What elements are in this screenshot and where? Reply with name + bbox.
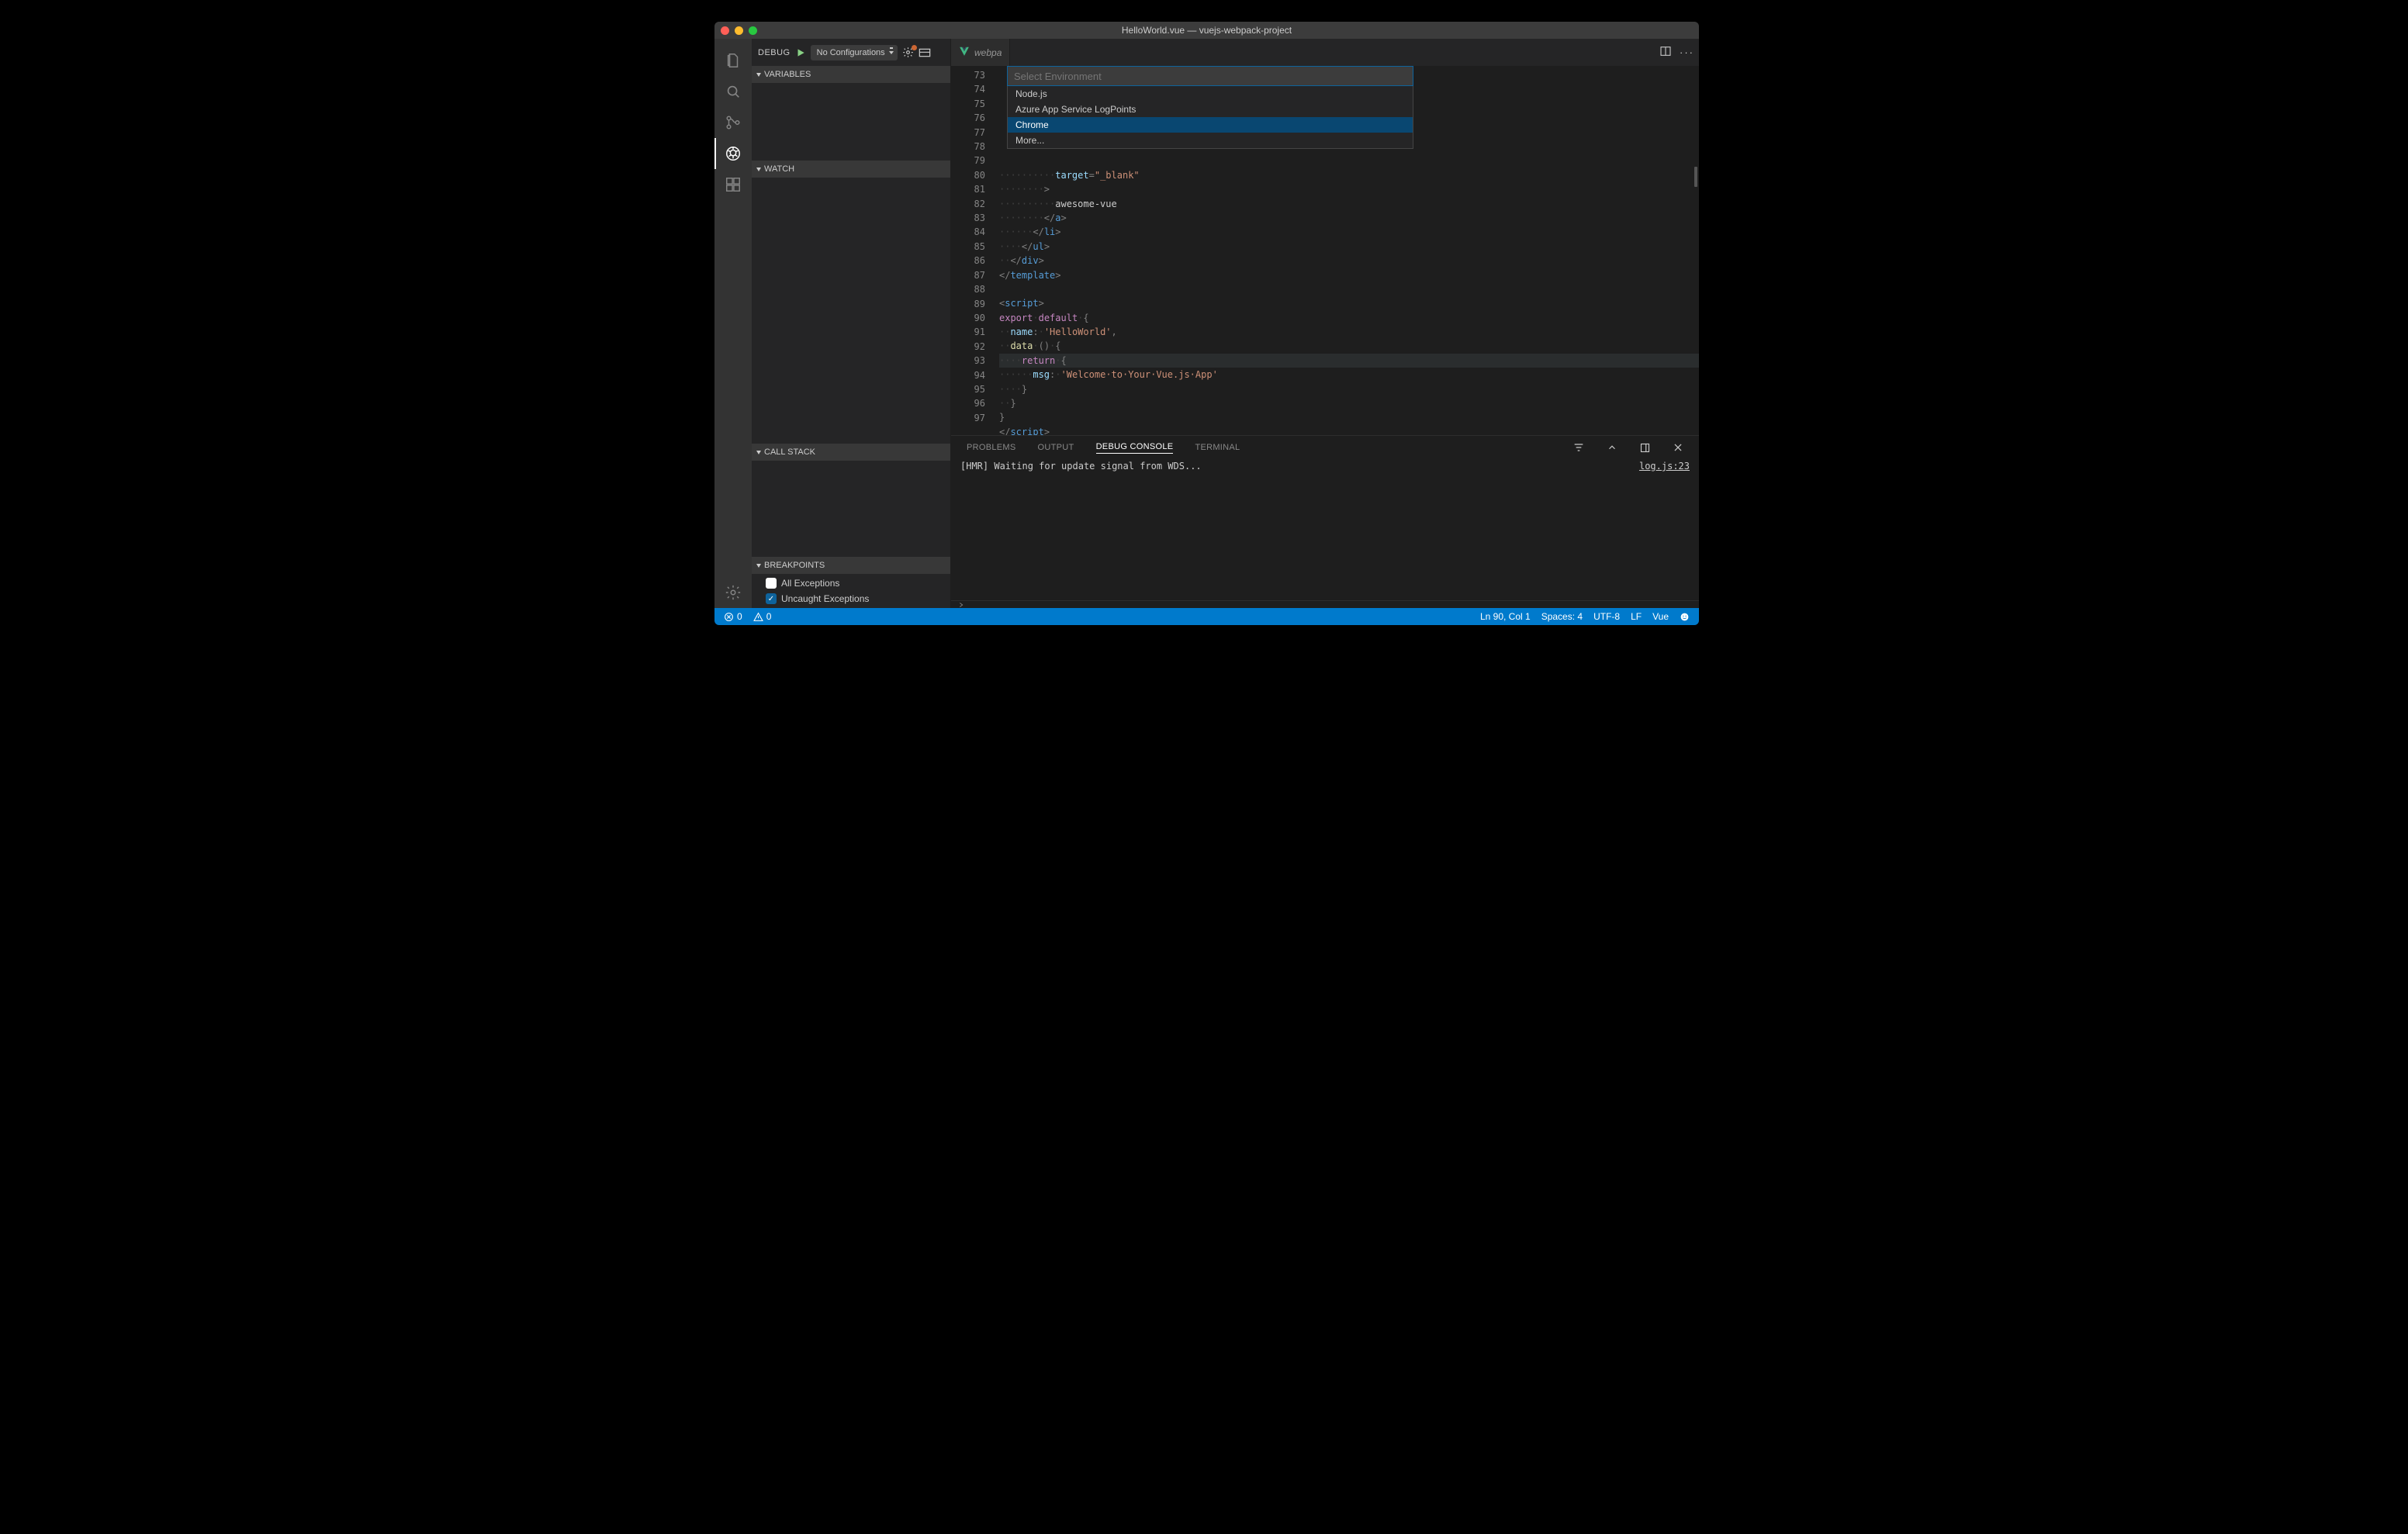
activity-bar — [714, 39, 752, 608]
panel-tab[interactable]: TERMINAL — [1195, 443, 1240, 452]
panel-up-icon[interactable] — [1607, 442, 1617, 453]
activity-search[interactable] — [714, 76, 752, 107]
env-item[interactable]: Azure App Service LogPoints — [1008, 102, 1413, 117]
status-language[interactable]: Vue — [1649, 611, 1672, 622]
debug-config-dropdown[interactable]: No Configurations — [811, 45, 898, 60]
status-cursor[interactable]: Ln 90, Col 1 — [1477, 611, 1534, 622]
section-callstack: CALL STACK — [752, 444, 950, 557]
section-breakpoints: BREAKPOINTS All Exceptions ✓ Uncaught Exce… — [752, 557, 950, 608]
environment-list: Node.jsAzure App Service LogPointsChrome… — [1007, 86, 1413, 149]
log-source-link[interactable]: log.js:23 — [1639, 461, 1690, 599]
breakpoint-row[interactable]: ✓ Uncaught Exceptions — [752, 591, 950, 606]
breakpoints-header[interactable]: BREAKPOINTS — [752, 557, 950, 574]
breakpoint-label: Uncaught Exceptions — [781, 593, 869, 604]
config-badge-icon — [912, 45, 917, 50]
activity-debug[interactable] — [714, 138, 752, 169]
maximize-window-button[interactable] — [749, 26, 757, 35]
status-warnings[interactable]: 0 — [750, 611, 775, 622]
minimize-window-button[interactable] — [735, 26, 743, 35]
status-eol[interactable]: LF — [1628, 611, 1645, 622]
activity-scm[interactable] — [714, 107, 752, 138]
debug-header: DEBUG No Configurations — [752, 39, 950, 66]
breadcrumb-bar[interactable] — [951, 600, 1699, 608]
breakpoint-row[interactable]: All Exceptions — [752, 575, 950, 591]
status-bar: 0 0 Ln 90, Col 1 Spaces: 4 UTF-8 LF Vue — [714, 608, 1699, 625]
variables-header[interactable]: VARIABLES — [752, 66, 950, 83]
tab-bar: webpa ··· — [951, 39, 1699, 66]
panel-tabs: PROBLEMS OUTPUT DEBUG CONSOLE TERMINAL — [951, 436, 1699, 459]
breakpoint-checkbox[interactable]: ✓ — [766, 593, 777, 604]
bottom-panel: PROBLEMS OUTPUT DEBUG CONSOLE TERMINAL — [951, 435, 1699, 600]
vscode-window: HelloWorld.vue — vuejs-webpack-project — [714, 22, 1699, 625]
panel-maximize-icon[interactable] — [1639, 442, 1651, 454]
titlebar: HelloWorld.vue — vuejs-webpack-project — [714, 22, 1699, 39]
editor[interactable]: 7374757677787980818283848586878889909192… — [951, 66, 1699, 435]
minimap-viewport[interactable] — [1694, 167, 1697, 187]
debug-title: DEBUG — [758, 48, 791, 57]
editor-area: webpa ··· 737475767778798081828384858687… — [951, 39, 1699, 608]
status-spaces[interactable]: Spaces: 4 — [1538, 611, 1586, 622]
debug-config-label: No Configurations — [817, 48, 885, 57]
breakpoint-checkbox[interactable] — [766, 578, 777, 589]
panel-close-icon[interactable] — [1673, 442, 1683, 453]
status-errors[interactable]: 0 — [721, 611, 746, 622]
close-window-button[interactable] — [721, 26, 729, 35]
debug-config-gear[interactable] — [902, 47, 914, 58]
status-encoding[interactable]: UTF-8 — [1590, 611, 1623, 622]
debug-console-output[interactable]: [HMR] Waiting for update signal from WDS… — [951, 459, 1699, 600]
panel-tab[interactable]: PROBLEMS — [967, 443, 1016, 452]
section-variables: VARIABLES — [752, 66, 950, 161]
editor-tab[interactable]: webpa — [951, 39, 1010, 66]
callstack-header[interactable]: CALL STACK — [752, 444, 950, 461]
env-item[interactable]: Chrome — [1008, 117, 1413, 133]
activity-extensions[interactable] — [714, 169, 752, 200]
watch-header[interactable]: WATCH — [752, 161, 950, 178]
breakpoint-label: All Exceptions — [781, 578, 839, 589]
debug-console-toggle[interactable] — [919, 47, 931, 58]
debug-sidebar: DEBUG No Configurations — [752, 39, 951, 608]
vue-file-icon — [959, 46, 970, 59]
activity-explorer[interactable] — [714, 45, 752, 76]
environment-input[interactable] — [1007, 66, 1413, 86]
panel-tab[interactable]: DEBUG CONSOLE — [1096, 442, 1174, 454]
status-feedback-icon[interactable] — [1676, 612, 1693, 622]
log-message: [HMR] Waiting for update signal from WDS… — [960, 461, 1202, 599]
split-editor-icon[interactable] — [1659, 45, 1672, 60]
section-watch: WATCH — [752, 161, 950, 444]
tab-name: webpa — [974, 47, 1002, 58]
activity-settings[interactable] — [714, 577, 752, 608]
line-gutter: 7374757677787980818283848586878889909192… — [951, 66, 999, 435]
start-debug-button[interactable] — [795, 47, 806, 58]
env-item[interactable]: More... — [1008, 133, 1413, 148]
more-actions-icon[interactable]: ··· — [1680, 47, 1694, 58]
window-controls — [721, 26, 757, 35]
panel-tab[interactable]: OUTPUT — [1038, 443, 1074, 452]
environment-picker: Node.jsAzure App Service LogPointsChrome… — [1007, 66, 1413, 149]
env-item[interactable]: Node.js — [1008, 86, 1413, 102]
panel-filter-icon[interactable] — [1572, 441, 1585, 454]
window-title: HelloWorld.vue — vuejs-webpack-project — [1122, 25, 1292, 36]
